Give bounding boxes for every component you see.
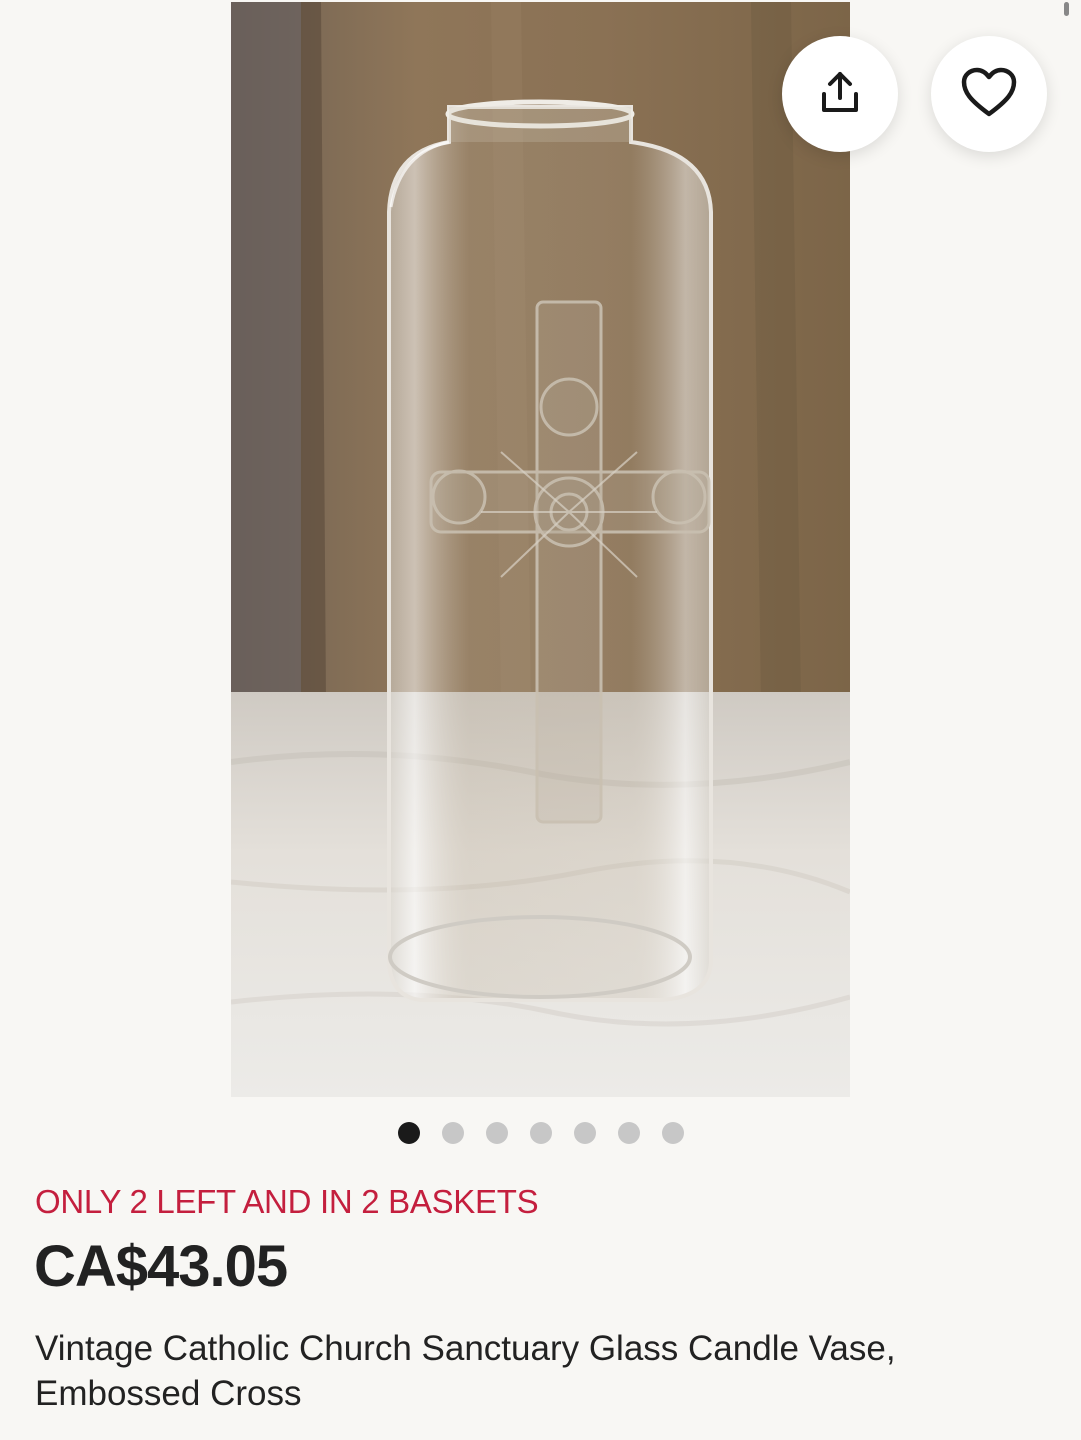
gallery-dot-4[interactable] (530, 1122, 552, 1144)
stock-notice: ONLY 2 LEFT AND IN 2 BASKETS (35, 1183, 539, 1220)
product-photo[interactable] (231, 2, 850, 1097)
image-gallery[interactable] (0, 0, 1081, 1098)
glass-vase-image (231, 2, 850, 1097)
listing-title: Vintage Catholic Church Sanctuary Glass … (35, 1329, 896, 1413)
gallery-pagination (0, 1122, 1081, 1144)
gallery-dot-5[interactable] (574, 1122, 596, 1144)
share-icon (816, 68, 864, 121)
gallery-dot-3[interactable] (486, 1122, 508, 1144)
heart-icon (960, 66, 1018, 123)
listing-page: ONLY 2 LEFT AND IN 2 BASKETS CA$43.05 Vi… (0, 0, 1081, 1440)
favorite-button[interactable] (931, 36, 1047, 152)
gallery-dot-7[interactable] (662, 1122, 684, 1144)
price: CA$43.05 (34, 1234, 288, 1299)
gallery-dot-1[interactable] (398, 1122, 420, 1144)
scroll-indicator (1064, 2, 1069, 16)
gallery-dot-2[interactable] (442, 1122, 464, 1144)
gallery-dot-6[interactable] (618, 1122, 640, 1144)
share-button[interactable] (782, 36, 898, 152)
